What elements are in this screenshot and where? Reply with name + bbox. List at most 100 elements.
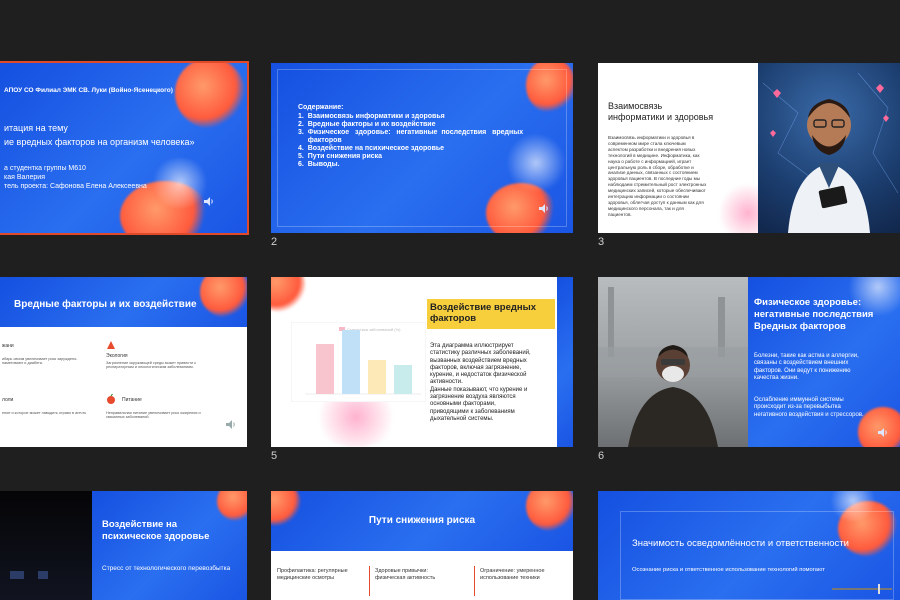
slide-heading: Содержание:	[298, 104, 344, 111]
contents-item: 5. Пути снижения риска	[298, 153, 383, 160]
speaker-icon	[539, 204, 548, 213]
title-line: психическое здоровье	[102, 531, 210, 542]
chart-bar	[368, 360, 386, 394]
body-line: факторов. Они ведут к понижению	[754, 367, 851, 374]
slide-title: Пути снижения риска	[368, 515, 476, 526]
factor-text: ибарь своим увеличивает риск заруждено-н…	[2, 357, 78, 365]
factor-text: Загрязнение окружающей среды может приве…	[106, 361, 196, 369]
factor-text: Неправильная питание увеличивает риск ож…	[106, 411, 201, 419]
slide-body: Стресс от технологического перевозбытка	[102, 565, 231, 572]
contents-item: 4. Воздействие на психическое здоровье	[298, 145, 445, 152]
slide-thumbnail-5[interactable]: Статистика заболеваний (%) Воздействие в…	[271, 277, 573, 447]
disease-bar-chart: Статистика заболеваний (%)	[291, 322, 426, 402]
slide-body: Взаимосвязь информатики и здоровья в сов…	[608, 135, 756, 218]
title-line: Взаимосвязь	[608, 101, 663, 111]
body-line: происходит из-за перевыбытка	[754, 404, 841, 411]
apple-icon	[107, 394, 115, 404]
slide-title: Значимость осведомлённости и ответственн…	[632, 538, 849, 549]
body-line: Данные показывают, что курение и	[430, 386, 528, 393]
title-line: факторов	[430, 313, 477, 324]
body-line: вызванных воздействием вредных	[430, 357, 527, 364]
risk-column-text: физическая активность	[375, 575, 436, 581]
slide-thumbnail-8[interactable]: Пути снижения риска Профилактика: регуля…	[271, 491, 573, 600]
slide-title: Воздействие вредных факторов	[430, 302, 536, 324]
slide-number: 6	[598, 450, 605, 462]
slide-line: АПОУ СО Филиал ЭМК СВ. Луки (Войно-Ясене…	[4, 87, 173, 94]
title-line: Воздействие вредных	[430, 302, 537, 313]
person-in-mask-illustration	[598, 287, 748, 447]
slide-body: Эта диаграмма иллюстрирует статистику ра…	[430, 343, 555, 423]
chart-bar	[342, 330, 360, 394]
contents-item: факторов	[298, 137, 342, 144]
screen-glow	[38, 571, 48, 579]
body-line: дыхательной системы.	[430, 415, 494, 422]
zoom-slider-thumb[interactable]	[878, 584, 880, 594]
slide-side-band	[557, 277, 573, 447]
risk-column-text: Профилактика: регулярные	[277, 568, 348, 574]
ecology-icon	[107, 341, 115, 349]
slide-thumbnail-3[interactable]: Взаимосвязь информатики и здоровья Взаим…	[598, 63, 900, 233]
risk-column-text: использование техники	[480, 575, 540, 581]
title-line: негативные последствия	[754, 309, 874, 320]
slide-body: Осознание риска и ответственное использо…	[632, 567, 825, 573]
contents-item: 3. Физическое здоровье: негативные после…	[298, 129, 524, 136]
contents-item: 6. Выводы.	[298, 161, 340, 168]
decor-blob	[150, 158, 210, 208]
slide-body: Болезни, такие как астма и аллергии, свя…	[754, 353, 859, 383]
contents-item: 1. Взаимосвязь информатики и здоровья	[298, 113, 445, 120]
chart-bar	[394, 365, 412, 394]
slide-thumbnail-7[interactable]: Воздействие на психическое здоровье Стре…	[0, 491, 247, 600]
title-line: Воздействие на	[102, 519, 177, 530]
body-line: пациентов.	[608, 211, 632, 217]
slide-frame	[620, 511, 894, 600]
body-line: основными факторами,	[430, 401, 496, 408]
slide-line: а студентка группы М610	[4, 165, 86, 172]
slide-thumbnail-9[interactable]: Значимость осведомлённости и ответственн…	[598, 491, 900, 600]
speaker-icon	[878, 428, 887, 437]
slide-thumbnail-2[interactable]: Содержание: 1. Взаимосвязь информатики и…	[271, 63, 573, 233]
screen-glow	[10, 571, 24, 579]
decor-blob	[217, 491, 247, 521]
risk-column-text: медицинские осмотры	[277, 575, 335, 581]
body-line: негативного воздействия и стрессоров.	[754, 411, 864, 418]
body-line: связаны с воздействием внешних	[754, 360, 849, 367]
slide-body-2: Ослабление иммунной системы происходит и…	[754, 397, 864, 419]
decor-blob	[858, 407, 900, 447]
factor-label: Питание	[122, 397, 142, 403]
body-line: качества жизни.	[754, 375, 799, 382]
decor-blob	[271, 277, 306, 312]
slide-thumbnail-6[interactable]: Физическое здоровье: негативные последст…	[598, 277, 900, 447]
slide-line: тель проекта: Сафонова Елена Алексеевна	[4, 183, 147, 190]
contents-item: 2. Вредные факторы и их воздействие	[298, 121, 436, 128]
slide-line: ие вредных факторов на организм человека…	[4, 137, 195, 147]
factor-label: Экология	[106, 353, 128, 359]
slide-number: 3	[598, 236, 605, 248]
doctor-photo	[758, 63, 900, 233]
slide-thumbnail-1[interactable]: АПОУ СО Филиал ЭМК СВ. Луки (Войно-Ясене…	[0, 61, 249, 235]
slide-title: Воздействие на психическое здоровье	[102, 519, 209, 543]
slide-title: Вредные факторы и их воздействие	[14, 299, 197, 310]
doctor-illustration	[762, 72, 899, 233]
slide-number: 5	[271, 450, 278, 462]
slide-line: кая Валерия	[4, 174, 45, 181]
factor-label: лоли	[2, 397, 14, 403]
slide-thumbnail-4[interactable]: Вредные факторы и их воздействие жани иб…	[0, 277, 247, 447]
smog-photo	[598, 277, 748, 447]
speaker-icon	[226, 420, 235, 429]
chart-bar	[316, 344, 334, 394]
slide-text-panel: Физическое здоровье: негативные последст…	[748, 277, 900, 447]
slide-text-panel: Воздействие на психическое здоровье Стре…	[92, 491, 247, 600]
body-line: Ослабление иммунной системы	[754, 397, 844, 403]
title-line: информатики и здоровья	[608, 112, 714, 122]
body-line: загрязнение воздуха являются	[430, 394, 516, 401]
risk-column-text: Ограничение: умеренное	[480, 568, 545, 574]
decor-blob	[175, 63, 245, 128]
body-line: активности.	[430, 379, 463, 386]
risk-column-text: Здоровые привычки:	[375, 568, 429, 574]
slide-number: 2	[271, 236, 278, 248]
column-divider	[369, 566, 370, 596]
body-line: курение, и недостаток физической	[430, 372, 527, 379]
zoom-slider[interactable]	[832, 584, 892, 594]
body-line: статистику различных заболеваний,	[430, 350, 531, 357]
slide-title: Взаимосвязь информатики и здоровья	[608, 101, 713, 123]
